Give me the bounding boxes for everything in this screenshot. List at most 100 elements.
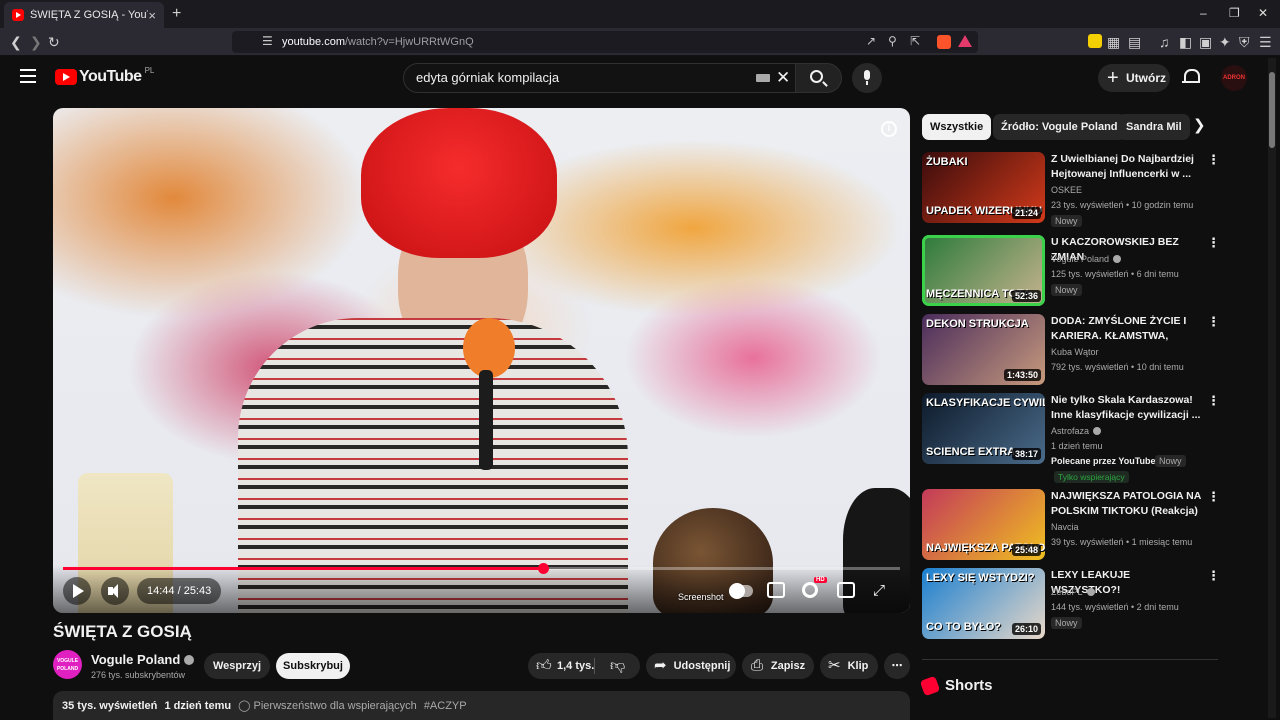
search-button[interactable] [796, 63, 842, 93]
open-external-icon[interactable]: ↗ [866, 34, 876, 48]
like-thumb-icon[interactable]: 👍︎ [536, 653, 552, 679]
youtube-play-logo-icon [55, 69, 77, 85]
address-bar[interactable]: ☰ youtube.com /watch?v=HjwURRtWGnQ ↗ ⚲ ⇱ [232, 31, 978, 53]
recommendation-item[interactable]: LEXY SIĘ WSTYDZI? CO TO BYŁO? 26:10 LEXY LE… [922, 568, 1222, 642]
account-avatar[interactable]: ADRON [1221, 65, 1247, 91]
fullscreen-icon[interactable]: ⤢ [873, 582, 885, 599]
chip-related[interactable]: Sandra Mil [1118, 114, 1190, 140]
youtube-logo[interactable]: YouTube PL [55, 65, 155, 86]
support-button[interactable]: Wesprzyj [204, 653, 270, 679]
settings-gear-icon[interactable] [802, 582, 818, 598]
channel-name[interactable]: Vogule Poland [91, 652, 195, 667]
back-icon[interactable]: ❮ [10, 33, 22, 51]
subscribe-button[interactable]: Subskrybuj [276, 653, 350, 679]
notifications-bell-icon[interactable] [1182, 68, 1200, 86]
video-thumbnail[interactable]: MĘCZENNICA TOTA 52:36 [922, 235, 1045, 306]
country-code: PL [144, 65, 155, 75]
recommendation-item[interactable]: DEKON STRUKCJA 1:43:50 DODA: ZMYŚLONE ŻYCI… [922, 314, 1222, 388]
video-thumbnail[interactable]: NAJWIĘKSZA PATOLOGIA25:48 [922, 489, 1045, 560]
more-actions-button[interactable]: ⋯ [884, 653, 910, 679]
description-box[interactable]: 35 tys. wyświetleń 1 dzień temu ◯ Pierws… [53, 691, 910, 720]
extension-grid-icon[interactable]: ▤ [1128, 33, 1141, 51]
progress-bar[interactable] [63, 563, 900, 574]
create-button[interactable]: + Utwórz [1098, 64, 1170, 92]
puzzle-icon[interactable]: ▦ [1107, 33, 1120, 51]
like-count[interactable]: 1,4 tys. [557, 653, 594, 679]
duration-badge: 21:24 [1011, 207, 1041, 219]
hamburger-menu-icon[interactable] [20, 69, 36, 83]
more-options-icon[interactable]: ⋮ [1207, 152, 1220, 168]
chips-next-chevron-icon[interactable]: ❯ [1193, 116, 1206, 134]
close-window-button[interactable]: ✕ [1258, 6, 1268, 20]
clear-search-icon[interactable]: ✕ [776, 64, 790, 92]
browser-menu-icon[interactable]: ☰ [1259, 33, 1272, 51]
subtitles-icon[interactable] [767, 582, 785, 598]
recommendation-item[interactable]: KLASYFIKACJE CYWILIZACJI SCIENCE EXTRA38:… [922, 393, 1222, 483]
recommendation-item[interactable]: ŻUBAKIUPADEK WIZERUNKU JULI21:24Z Uwielb… [922, 152, 1222, 227]
recommendation-channel[interactable]: Vogule Poland [1051, 253, 1122, 266]
more-options-icon[interactable]: ⋮ [1207, 314, 1220, 330]
forward-icon[interactable]: ❯ [30, 33, 42, 51]
more-options-icon[interactable]: ⋮ [1207, 235, 1220, 251]
vpn-shield-icon[interactable]: ⛨ [1239, 33, 1250, 51]
sidebar-toggle-icon[interactable]: ◧ [1179, 33, 1192, 51]
maximize-button[interactable]: ❐ [1229, 6, 1240, 20]
new-badge: Nowy [1051, 617, 1082, 629]
dislike-thumb-icon[interactable]: 👎︎ [610, 653, 625, 679]
page-scrollbar[interactable] [1268, 58, 1276, 718]
site-info-icon[interactable]: ☰ [262, 34, 273, 48]
chip-source-channel[interactable]: Źródło: Vogule Poland [993, 114, 1126, 140]
recommendation-channel[interactable]: Astrofaza [1051, 425, 1102, 438]
share-button[interactable]: ➦ Udostępnij [646, 653, 736, 679]
recommendation-channel[interactable]: ZeboPL [1051, 586, 1095, 599]
recommendation-item[interactable]: NAJWIĘKSZA PATOLOGIA25:48NAJWIĘKSZA PATO… [922, 489, 1222, 563]
zoom-icon[interactable]: ⚲ [888, 34, 897, 48]
more-options-icon[interactable]: ⋮ [1207, 489, 1220, 505]
chip-all[interactable]: Wszystkie [922, 114, 992, 140]
save-button[interactable]: ⎙ Zapisz [742, 653, 814, 679]
channel-avatar[interactable]: VOGULE POLAND [53, 650, 82, 679]
more-options-icon[interactable]: ⋮ [1207, 393, 1220, 409]
thumbnail-caption: CO TO BYŁO? [926, 621, 1001, 633]
video-thumbnail[interactable]: ŻUBAKIUPADEK WIZERUNKU JULI21:24 [922, 152, 1045, 223]
more-options-icon[interactable]: ⋮ [1207, 568, 1220, 584]
recommendation-item[interactable]: MĘCZENNICA TOTA 52:36 U KACZOROWSKIEJ BEZ … [922, 235, 1222, 309]
recommendation-title[interactable]: Z Uwielbianej Do Najbardziej Hejtowanej … [1051, 152, 1201, 182]
play-button[interactable] [63, 577, 91, 605]
clip-button[interactable]: ✂ Klip [820, 653, 878, 679]
hashtag-link[interactable]: #ACZYP [424, 700, 467, 712]
video-player[interactable]: i 14:44 / 25:43 Screenshot HD ⤢ [53, 108, 910, 613]
recommendation-channel[interactable]: Navcia [1051, 521, 1079, 534]
share-page-icon[interactable]: ⇱ [910, 34, 920, 48]
scrubber-handle[interactable] [537, 563, 549, 574]
rewards-icon[interactable] [958, 35, 972, 47]
video-frame-mic-handle [479, 370, 493, 470]
video-thumbnail[interactable]: LEXY SIĘ WSTYDZI? CO TO BYŁO? 26:10 [922, 568, 1045, 639]
video-thumbnail[interactable]: DEKON STRUKCJA 1:43:50 [922, 314, 1045, 385]
recommendation-title[interactable]: NAJWIĘKSZA PATOLOGIA NA POLSKIM TIKTOKU … [1051, 489, 1201, 519]
volume-icon[interactable] [101, 577, 129, 605]
scrollbar-thumb[interactable] [1269, 72, 1275, 148]
recommendation-title[interactable]: DODA: ZMYŚLONE ŻYCIE I KARIERA. KŁAMSTWA… [1051, 314, 1201, 344]
extension-icon[interactable] [1088, 34, 1102, 48]
music-icon[interactable]: ♫ [1159, 33, 1170, 51]
leo-ai-icon[interactable]: ✦ [1219, 33, 1231, 51]
recommendation-channel[interactable]: OSKEE [1051, 184, 1082, 197]
theater-mode-icon[interactable] [837, 582, 855, 598]
search-input[interactable]: edyta górniak kompilacja ✕ [403, 63, 796, 93]
brave-shields-icon[interactable] [937, 35, 951, 49]
reload-icon[interactable]: ↻ [48, 33, 60, 51]
keyboard-icon[interactable] [756, 74, 770, 82]
recommendation-channel[interactable]: Kuba Wątor [1051, 346, 1099, 359]
wallet-icon[interactable]: ▣ [1199, 33, 1212, 51]
voice-search-mic-icon[interactable] [852, 63, 882, 93]
video-thumbnail[interactable]: KLASYFIKACJE CYWILIZACJI SCIENCE EXTRA38:… [922, 393, 1045, 464]
autoplay-toggle[interactable] [729, 583, 753, 599]
info-icon[interactable]: i [881, 121, 897, 137]
minimize-button[interactable]: – [1200, 6, 1207, 20]
browser-tab[interactable]: ŚWIĘTA Z GOSIĄ - YouTube × [4, 2, 164, 28]
verified-badge-icon [184, 655, 195, 665]
recommendation-title[interactable]: Nie tylko Skala Kardaszowa! Inne klasyfi… [1051, 393, 1201, 423]
tab-close-icon[interactable]: × [148, 8, 156, 23]
new-tab-button[interactable]: + [172, 5, 181, 23]
